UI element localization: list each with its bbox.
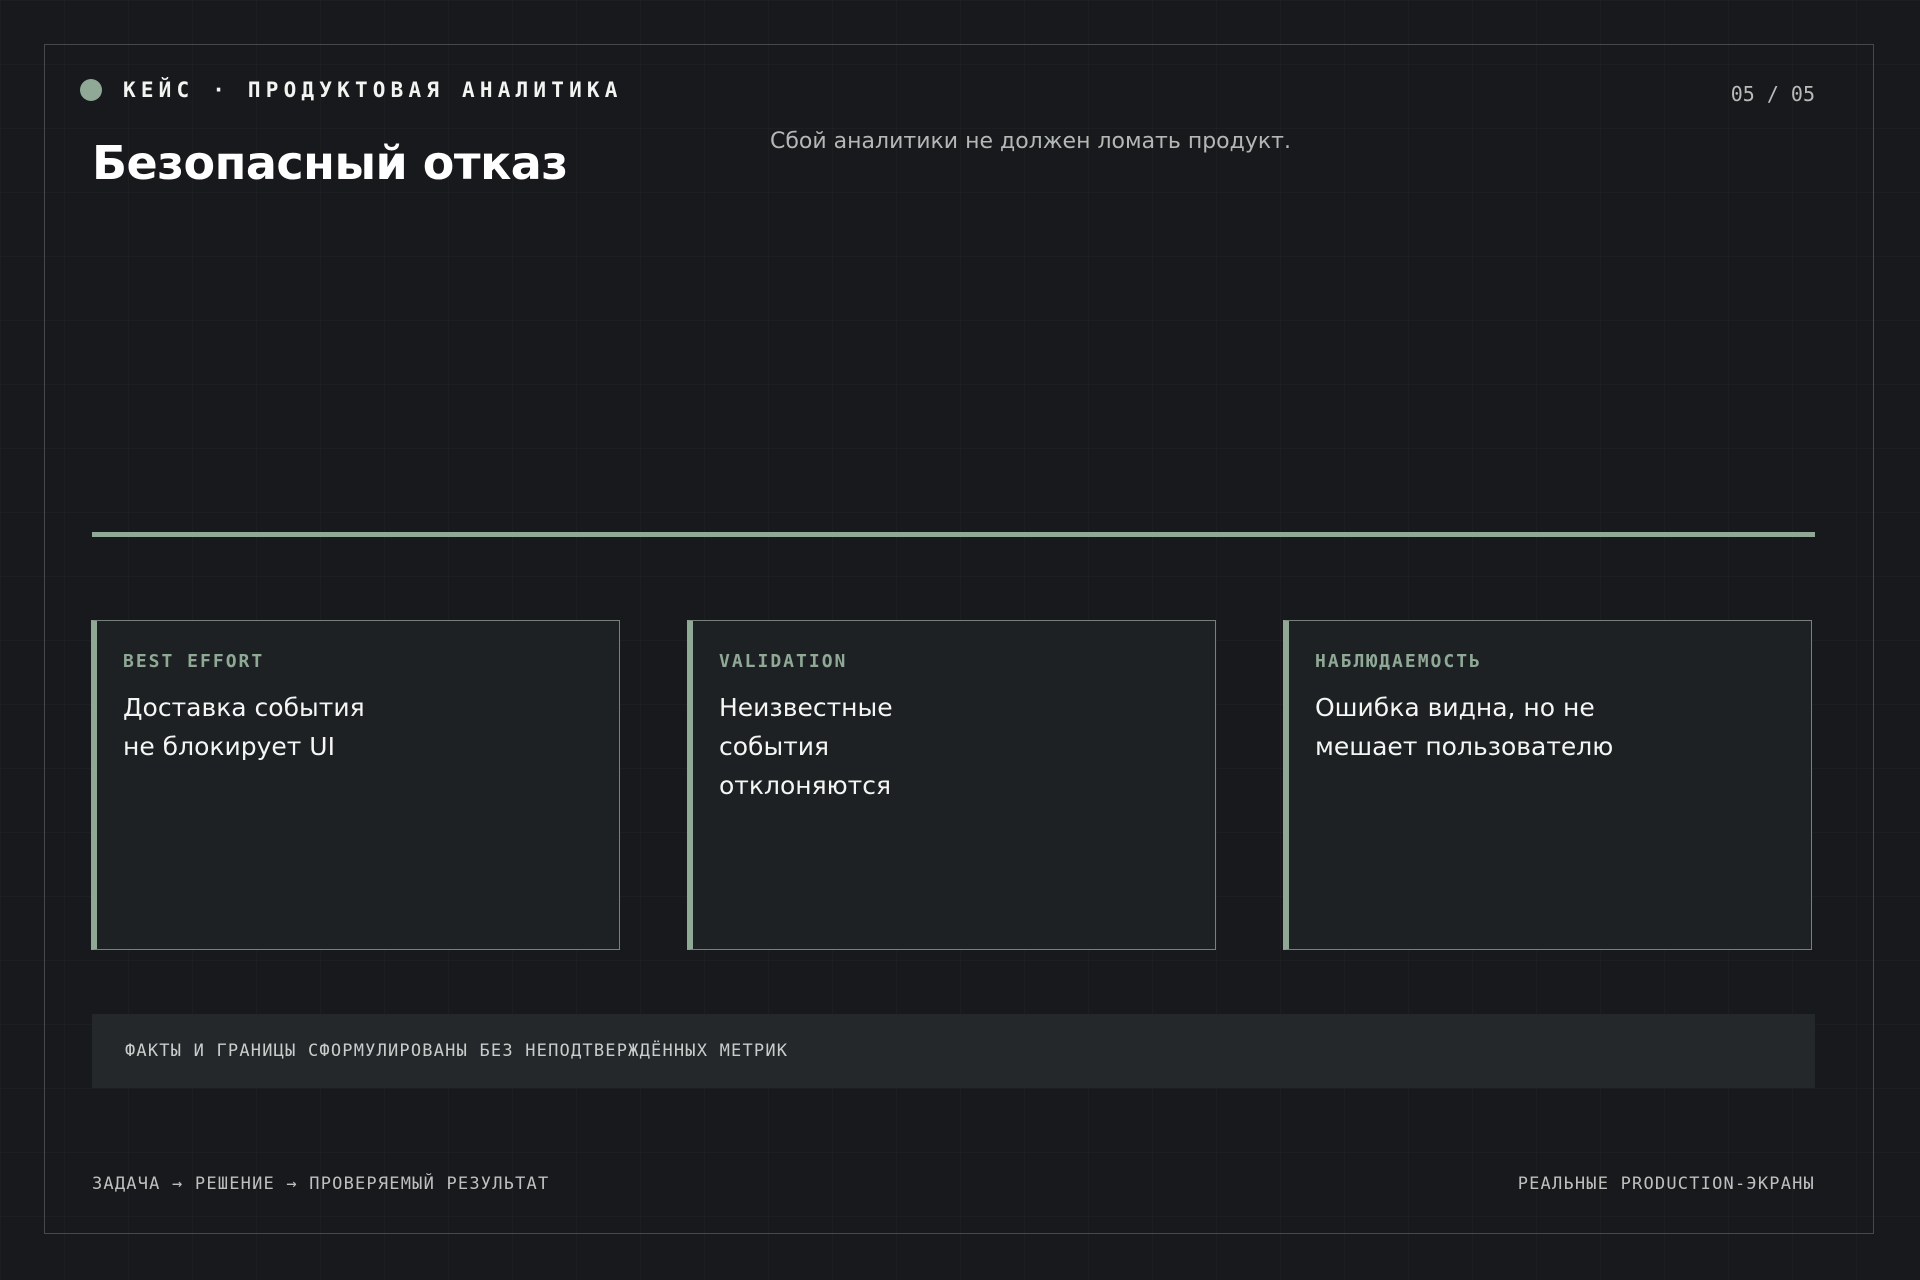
- disclaimer-text: ФАКТЫ И ГРАНИЦЫ СФОРМУЛИРОВАНЫ БЕЗ НЕПОД…: [125, 1041, 789, 1061]
- principle-card-best-effort: BEST EFFORT Доставка события не блокируе…: [91, 620, 620, 950]
- footer-flow-label: ЗАДАЧА → РЕШЕНИЕ → ПРОВЕРЯЕМЫЙ РЕЗУЛЬТАТ: [92, 1174, 550, 1194]
- slide-subtitle: Сбой аналитики не должен ломать продукт.: [770, 129, 1291, 154]
- principle-card-validation: VALIDATION Неизвестные события отклоняют…: [687, 620, 1216, 950]
- accent-dot-icon: [80, 79, 102, 101]
- card-text: Неизвестные события отклоняются: [719, 693, 893, 800]
- footer-source-label: РЕАЛЬНЫЕ PRODUCTION-ЭКРАНЫ: [1517, 1174, 1815, 1194]
- card-tag: НАБЛЮДАЕМОСТЬ: [1315, 651, 1482, 672]
- slide-title: Безопасный отказ: [92, 136, 568, 190]
- disclaimer-bar: ФАКТЫ И ГРАНИЦЫ СФОРМУЛИРОВАНЫ БЕЗ НЕПОД…: [92, 1014, 1815, 1088]
- card-tag: BEST EFFORT: [123, 651, 265, 672]
- card-tag: VALIDATION: [719, 651, 848, 672]
- principle-card-observability: НАБЛЮДАЕМОСТЬ Ошибка видна, но не мешает…: [1283, 620, 1812, 950]
- slide-eyebrow: КЕЙС · ПРОДУКТОВАЯ АНАЛИТИКА: [80, 78, 623, 102]
- card-text: Ошибка видна, но не мешает пользователю: [1315, 693, 1614, 761]
- eyebrow-label: КЕЙС · ПРОДУКТОВАЯ АНАЛИТИКА: [123, 78, 623, 102]
- accent-divider: [92, 532, 1815, 537]
- page-number: 05 / 05: [1730, 82, 1815, 106]
- card-text: Доставка события не блокирует UI: [123, 693, 365, 761]
